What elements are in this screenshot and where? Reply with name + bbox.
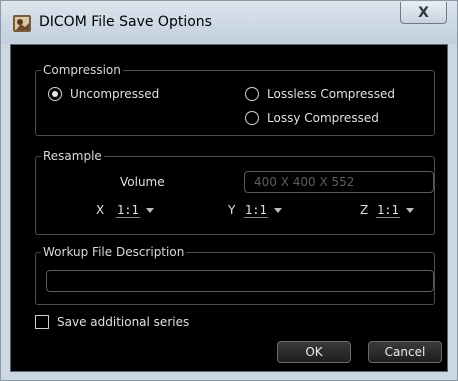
lossless-compressed-radio[interactable]: [245, 87, 259, 101]
y-ratio-value: 1:1: [244, 203, 268, 218]
y-ratio-dropdown[interactable]: 1:1: [244, 202, 282, 220]
window-frame-left: [0, 44, 10, 372]
ok-button[interactable]: OK: [277, 341, 351, 363]
resample-legend: Resample: [41, 148, 104, 164]
uncompressed-label[interactable]: Uncompressed: [70, 86, 159, 102]
volume-field: 400 X 400 X 552: [244, 171, 434, 193]
volume-label: Volume: [120, 175, 165, 189]
window-frame-bottom: [0, 372, 458, 381]
resample-group: Resample Volume 400 X 400 X 552 X 1:1 Y …: [35, 148, 435, 235]
uncompressed-radio[interactable]: [48, 87, 62, 101]
app-icon: [13, 15, 31, 32]
save-additional-series-checkbox[interactable]: [35, 315, 49, 329]
workup-description-group: Workup File Description: [35, 244, 435, 305]
lossy-compressed-label[interactable]: Lossy Compressed: [267, 110, 379, 126]
workup-description-legend: Workup File Description: [41, 244, 187, 260]
z-ratio-dropdown[interactable]: 1:1: [376, 202, 414, 220]
chevron-down-icon: [273, 208, 282, 213]
window-frame-right: [448, 44, 458, 372]
x-ratio-value: 1:1: [116, 203, 140, 218]
title-bar[interactable]: DICOM File Save Options X: [0, 0, 458, 44]
y-label: Y: [228, 203, 236, 217]
close-icon: X: [418, 4, 429, 21]
dicom-save-options-dialog: DICOM File Save Options X Compression Un…: [0, 0, 458, 381]
chevron-down-icon: [405, 208, 414, 213]
dialog-body: Compression Uncompressed Lossless Compre…: [10, 44, 448, 372]
close-button[interactable]: X: [400, 2, 447, 24]
chevron-down-icon: [145, 208, 154, 213]
x-ratio-dropdown[interactable]: 1:1: [116, 202, 154, 220]
workup-description-input[interactable]: [46, 270, 434, 292]
x-label: X: [96, 203, 105, 217]
compression-group: Compression Uncompressed Lossless Compre…: [35, 62, 435, 136]
lossless-compressed-label[interactable]: Lossless Compressed: [267, 86, 395, 102]
save-additional-series-label[interactable]: Save additional series: [57, 314, 189, 330]
lossy-compressed-radio[interactable]: [245, 111, 259, 125]
compression-legend: Compression: [41, 62, 123, 78]
z-ratio-value: 1:1: [376, 203, 400, 218]
cancel-button[interactable]: Cancel: [368, 341, 442, 363]
window-title: DICOM File Save Options: [39, 14, 212, 30]
z-label: Z: [360, 203, 369, 217]
